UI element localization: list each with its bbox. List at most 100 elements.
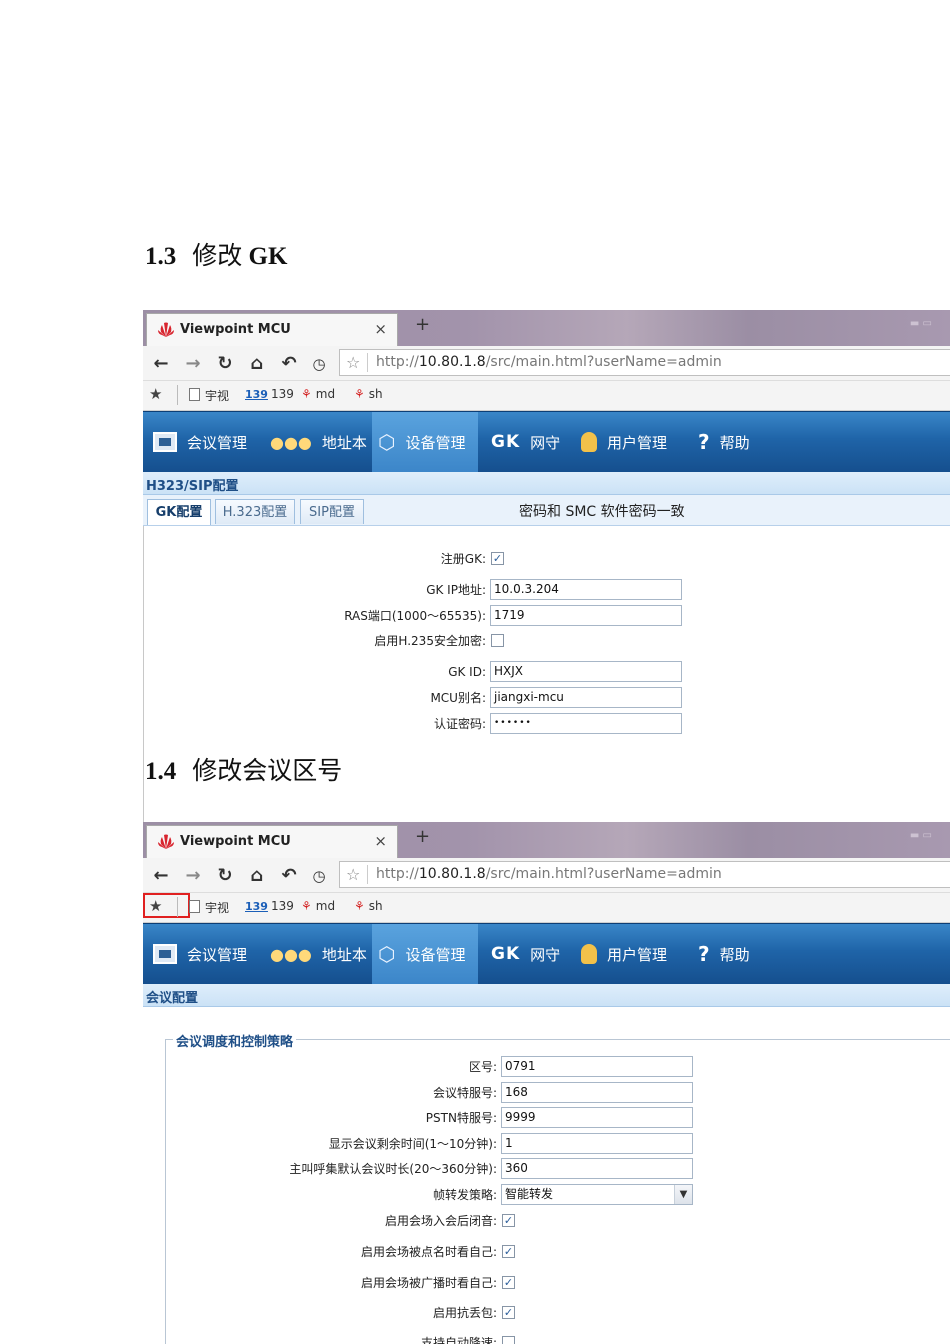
remaining-time-row: 显示会议剩余时间(1～10分钟): 1 [143, 1133, 950, 1155]
undo-icon[interactable]: ↶ [279, 865, 299, 886]
nav-conference[interactable]: 会议管理 [153, 924, 247, 984]
tab-gk-config[interactable]: GK配置 [147, 499, 211, 525]
forward-strategy-value: 智能转发 [505, 1187, 554, 1201]
app-nav: 会议管理 ●●● 地址本 ⬡ 设备管理 GK 网守 用户管理 ? 帮助 [143, 411, 950, 472]
undo-icon[interactable]: ↶ [279, 353, 299, 374]
bookmark-item[interactable]: ⚘ sh [354, 387, 383, 401]
bookmark-item[interactable]: 139 139 [245, 387, 294, 401]
area-code-input[interactable]: 0791 [501, 1056, 693, 1077]
weibo-icon: ⚘ [301, 899, 312, 913]
register-gk-label: 注册GK: [440, 552, 486, 566]
bookmarks-bar: ★ 宇视 139 139 ⚘ md ⚘ sh [143, 893, 950, 923]
conference-icon [153, 944, 177, 964]
users-icon: ●●● [270, 944, 312, 964]
auto-rate-checkbox[interactable] [502, 1336, 515, 1344]
home-icon[interactable]: ⌂ [247, 353, 267, 374]
see-self-broadcast-checkbox[interactable]: ✓ [502, 1276, 515, 1289]
nav-gatekeeper[interactable]: GK 网守 [491, 924, 560, 984]
anti-packet-loss-checkbox[interactable]: ✓ [502, 1306, 515, 1319]
auth-password-input[interactable]: •••••• [490, 713, 682, 734]
nav-device-management[interactable]: ⬡ 设备管理 [372, 924, 478, 984]
forward-icon[interactable]: → [183, 865, 203, 886]
browser-toolbar: ← → ↻ ⌂ ↶ ◷ ☆ http://10.80.1.8/src/main.… [143, 858, 950, 893]
nav-user-management[interactable]: 用户管理 [581, 924, 667, 984]
bookmark-item[interactable]: ⚘ sh [354, 899, 383, 913]
bookmark-item[interactable]: 139 139 [245, 899, 294, 913]
139-icon: 139 [245, 900, 268, 913]
nav-label: 用户管理 [607, 433, 668, 452]
tab-h323-config[interactable]: H.323配置 [215, 499, 295, 524]
forward-strategy-select[interactable]: 智能转发 ▼ [501, 1184, 693, 1205]
pstn-service-row: PSTN特服号: 9999 [143, 1107, 950, 1129]
address-url: http://10.80.1.8/src/main.html?userName=… [376, 354, 722, 370]
window-controls: ▬ ▭ [909, 318, 932, 329]
register-gk-checkbox[interactable]: ✓ [491, 552, 504, 565]
back-icon[interactable]: ← [151, 865, 171, 886]
gk-id-input[interactable]: HXJX [490, 661, 682, 682]
chevron-down-icon[interactable]: ▼ [674, 1185, 692, 1204]
see-self-rollcall-row: 启用会场被点名时看自己: ✓ [143, 1241, 950, 1263]
h235-checkbox[interactable] [491, 634, 504, 647]
auth-password-row: 认证密码: •••••• [143, 713, 950, 735]
mute-on-join-row: 启用会场入会后闭音: ✓ [143, 1210, 950, 1232]
device-cube-icon: ⬡ [378, 942, 396, 966]
address-bar[interactable]: ☆ http://10.80.1.8/src/main.html?userNam… [339, 349, 950, 376]
mute-on-join-checkbox[interactable]: ✓ [502, 1214, 515, 1227]
new-tab-icon[interactable]: + [415, 826, 430, 847]
bookmark-star-icon[interactable]: ☆ [346, 353, 360, 372]
forward-strategy-row: 帧转发策略: 智能转发 ▼ [143, 1184, 950, 1206]
conf-service-input[interactable]: 168 [501, 1082, 693, 1103]
default-duration-input[interactable]: 360 [501, 1158, 693, 1179]
close-tab-icon[interactable]: × [374, 832, 387, 850]
nav-address-book[interactable]: ●●● 地址本 [270, 924, 367, 984]
remaining-time-input[interactable]: 1 [501, 1133, 693, 1154]
new-tab-icon[interactable]: + [415, 314, 430, 335]
bookmarks-star-icon[interactable]: ★ [149, 897, 162, 915]
ras-port-input[interactable]: 1719 [490, 605, 682, 626]
reload-icon[interactable]: ↻ [215, 353, 235, 374]
browser-tab-bar: Viewpoint MCU × + ▬ ▭ [143, 822, 950, 858]
conference-icon [153, 432, 177, 452]
mcu-alias-input[interactable]: jiangxi-mcu [490, 687, 682, 708]
nav-device-management[interactable]: ⬡ 设备管理 [372, 412, 478, 472]
history-clock-icon[interactable]: ◷ [309, 867, 329, 885]
gk-icon: GK [491, 944, 521, 964]
section-number: 1.4 [145, 758, 177, 785]
bookmark-item[interactable]: 宇视 [189, 387, 229, 404]
nav-label: 地址本 [321, 433, 367, 452]
section-number: 1.3 [145, 243, 177, 270]
nav-label: 设备管理 [405, 945, 466, 964]
tab-sip-config[interactable]: SIP配置 [300, 499, 364, 524]
nav-address-book[interactable]: ●●● 地址本 [270, 412, 367, 472]
nav-user-management[interactable]: 用户管理 [581, 412, 667, 472]
bookmark-star-icon[interactable]: ☆ [346, 865, 360, 884]
reload-icon[interactable]: ↻ [215, 865, 235, 886]
browser-tab[interactable]: Viewpoint MCU × [146, 313, 398, 346]
home-icon[interactable]: ⌂ [247, 865, 267, 886]
nav-help[interactable]: ? 帮助 [698, 924, 750, 984]
see-self-rollcall-checkbox[interactable]: ✓ [502, 1245, 515, 1258]
address-bar[interactable]: ☆ http://10.80.1.8/src/main.html?userNam… [339, 861, 950, 888]
nav-help[interactable]: ? 帮助 [698, 412, 750, 472]
bookmark-item[interactable]: ⚘ md [301, 387, 335, 401]
browser-tab[interactable]: Viewpoint MCU × [146, 825, 398, 858]
section-heading-1-4: 1.4 修改会议区号 [145, 751, 342, 787]
forward-icon[interactable]: → [183, 353, 203, 374]
bookmarks-star-icon[interactable]: ★ [149, 385, 162, 403]
gk-ip-input[interactable]: 10.0.3.204 [490, 579, 682, 600]
close-tab-icon[interactable]: × [374, 320, 387, 338]
see-self-broadcast-row: 启用会场被广播时看自己: ✓ [143, 1272, 950, 1294]
nav-gatekeeper[interactable]: GK 网守 [491, 412, 560, 472]
bookmark-item[interactable]: 宇视 [189, 899, 229, 916]
history-clock-icon[interactable]: ◷ [309, 355, 329, 373]
help-icon: ? [698, 430, 710, 454]
mcu-alias-row: MCU别名: jiangxi-mcu [143, 687, 950, 709]
back-icon[interactable]: ← [151, 353, 171, 374]
see-self-rollcall-label: 启用会场被点名时看自己: [360, 1245, 497, 1259]
url-path: /src/main.html?userName=admin [485, 866, 722, 882]
tab-title: Viewpoint MCU [180, 834, 291, 849]
nav-conference[interactable]: 会议管理 [153, 412, 247, 472]
pstn-service-input[interactable]: 9999 [501, 1107, 693, 1128]
section-title-en: GK [248, 243, 288, 270]
bookmark-item[interactable]: ⚘ md [301, 899, 335, 913]
